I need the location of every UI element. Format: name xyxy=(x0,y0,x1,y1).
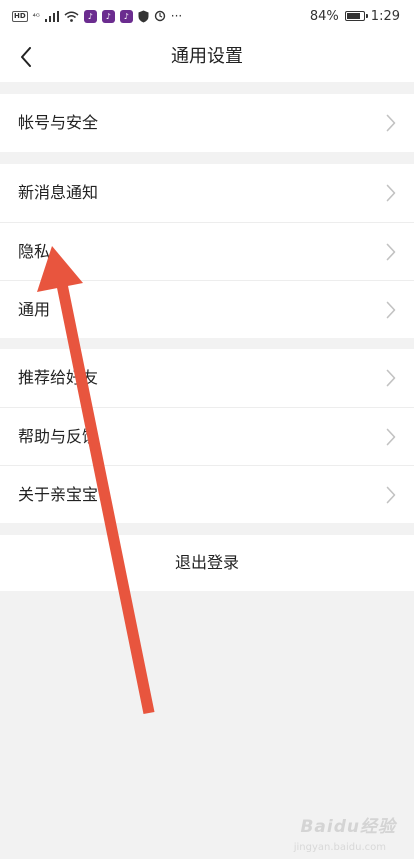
logout-button[interactable]: 退出登录 xyxy=(0,535,414,591)
settings-group-about: 推荐给好友 帮助与反馈 关于亲宝宝 xyxy=(0,349,414,523)
nav-bar: 通用设置 xyxy=(0,32,414,82)
chevron-right-icon xyxy=(386,428,396,446)
settings-item-label: 通用 xyxy=(18,300,51,319)
settings-group-account: 帐号与安全 xyxy=(0,94,414,152)
settings-item-recommend[interactable]: 推荐给好友 xyxy=(0,349,414,407)
status-left: HD ⁴ᴳ ♪ ♪ ♪ ··· xyxy=(12,8,182,24)
page-title: 通用设置 xyxy=(171,46,243,67)
settings-item-help-feedback[interactable]: 帮助与反馈 xyxy=(0,407,414,465)
settings-item-label: 帮助与反馈 xyxy=(18,427,99,446)
chevron-right-icon xyxy=(386,486,396,504)
more-notifications-icon: ··· xyxy=(170,9,183,23)
chevron-right-icon xyxy=(386,184,396,202)
settings-item-privacy[interactable]: 隐私 xyxy=(0,222,414,280)
status-bar: HD ⁴ᴳ ♪ ♪ ♪ ··· 84% 1:29 xyxy=(0,0,414,32)
shield-icon xyxy=(138,10,149,22)
signal-4g-label: ⁴ᴳ xyxy=(32,11,40,21)
chevron-right-icon xyxy=(386,301,396,319)
settings-group-general: 新消息通知 隐私 通用 xyxy=(0,164,414,338)
settings-item-notifications[interactable]: 新消息通知 xyxy=(0,164,414,222)
app-notification-icon: ♪ xyxy=(101,9,115,23)
chevron-right-icon xyxy=(386,114,396,132)
battery-icon xyxy=(344,11,368,21)
settings-item-general[interactable]: 通用 xyxy=(0,280,414,338)
settings-item-label: 推荐给好友 xyxy=(18,368,99,387)
watermark-logo: Baidu经验 xyxy=(300,817,396,837)
settings-item-account-security[interactable]: 帐号与安全 xyxy=(0,94,414,152)
app-notification-icon: ♪ xyxy=(119,9,133,23)
settings-item-label: 帐号与安全 xyxy=(18,113,99,132)
app-notification-icon: ♪ xyxy=(83,9,97,23)
battery-level-fill xyxy=(346,13,361,19)
watermark-url: jingyan.baidu.com xyxy=(293,842,386,853)
settings-item-label: 关于亲宝宝 xyxy=(18,485,99,504)
battery-percent: 84% xyxy=(309,8,339,24)
hd-icon: HD xyxy=(12,10,28,22)
wifi-icon xyxy=(64,11,79,22)
settings-item-label: 隐私 xyxy=(18,242,51,261)
chevron-right-icon xyxy=(386,369,396,387)
chevron-right-icon xyxy=(386,243,396,261)
clock-time: 1:29 xyxy=(370,8,400,24)
sync-icon xyxy=(154,10,165,22)
settings-item-label: 新消息通知 xyxy=(18,183,99,202)
status-right: 84% 1:29 xyxy=(310,8,400,24)
settings-item-about[interactable]: 关于亲宝宝 xyxy=(0,465,414,523)
signal-bars-icon xyxy=(44,10,59,22)
